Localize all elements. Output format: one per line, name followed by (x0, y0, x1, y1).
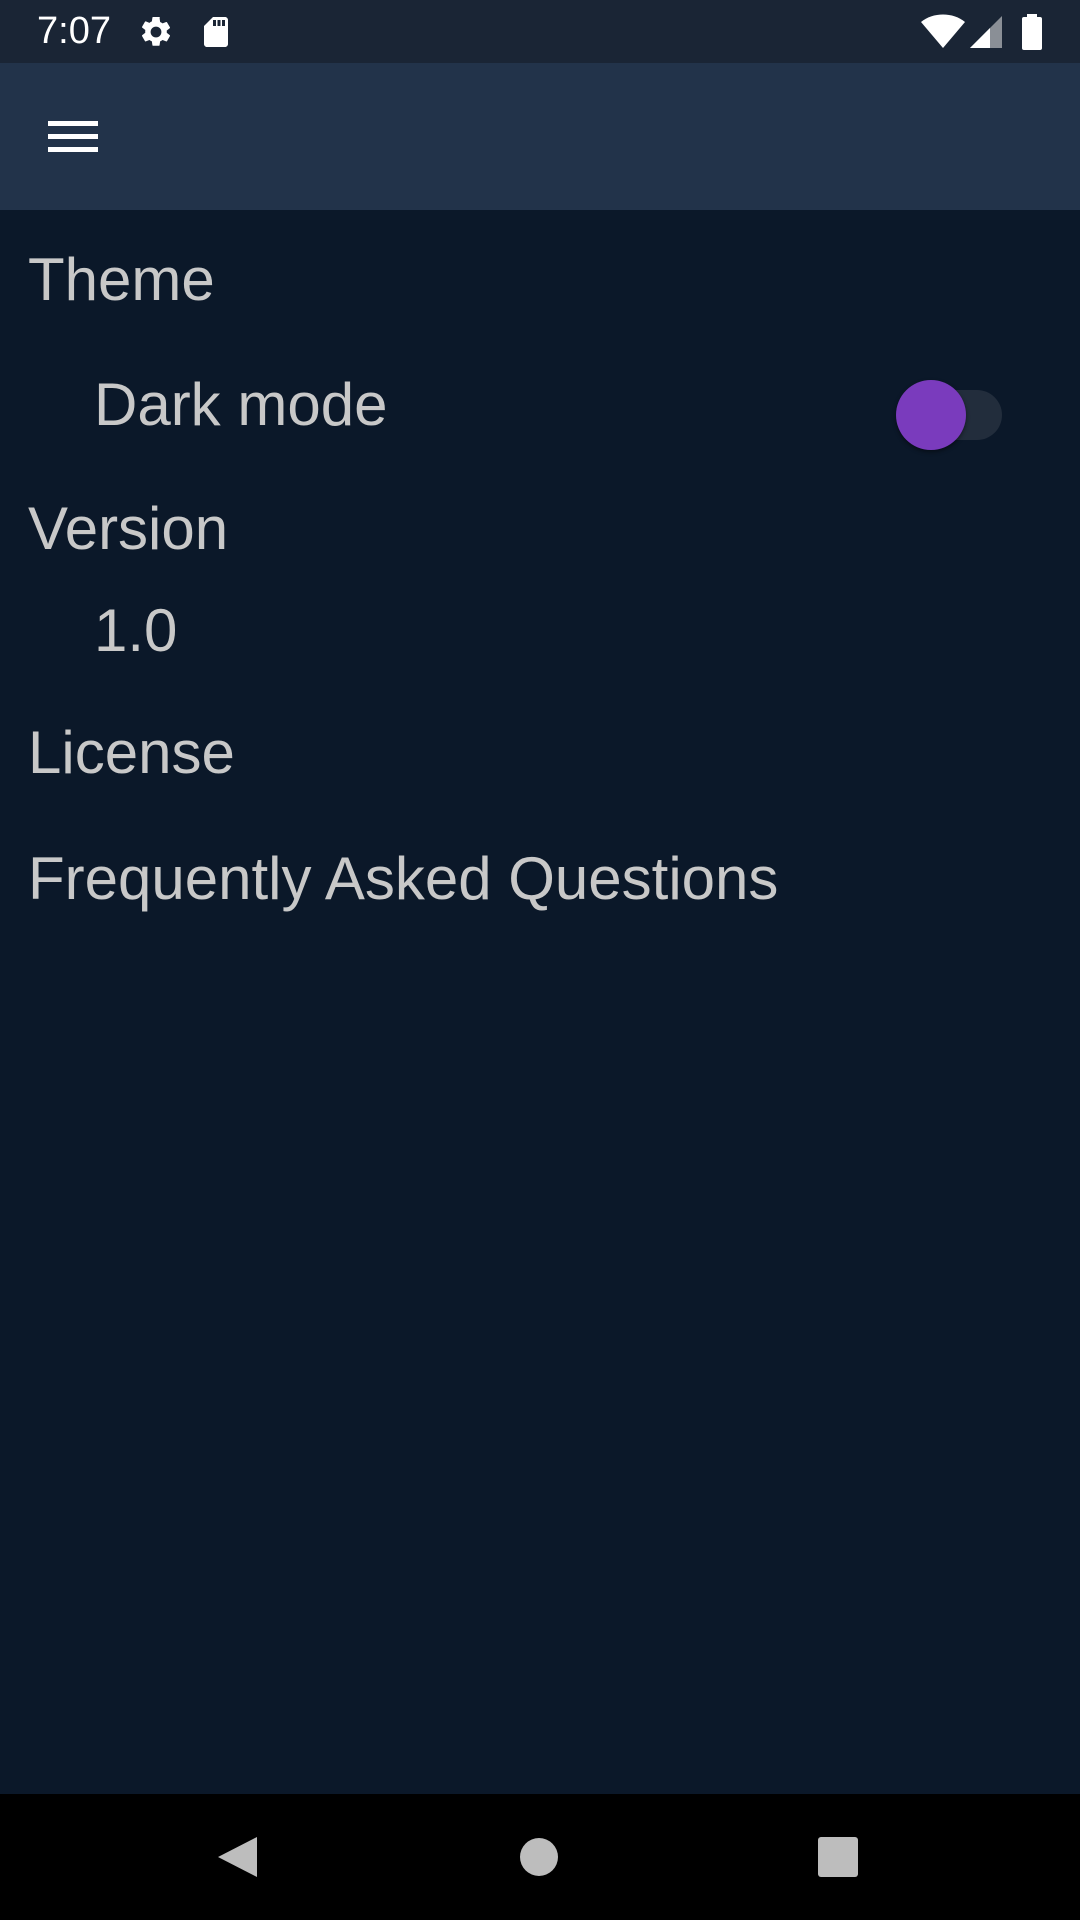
license-item[interactable]: License (28, 718, 235, 788)
status-time: 7:07 (37, 10, 111, 52)
toggle-thumb (896, 380, 966, 450)
menu-line (48, 121, 98, 126)
dark-mode-toggle[interactable] (896, 368, 1008, 450)
faq-item[interactable]: Frequently Asked Questions (28, 844, 778, 914)
theme-header: Theme (28, 246, 215, 313)
version-header: Version (28, 495, 229, 562)
version-value: 1.0 (94, 597, 178, 664)
cell-signal-icon (968, 14, 1004, 50)
app-bar (0, 63, 1080, 210)
settings-screen: 7:07 Theme Dark mode Version 1.0 License… (0, 0, 1080, 1920)
settings-list: Theme Dark mode Version 1.0 License Freq… (0, 210, 1080, 1794)
status-bar: 7:07 (0, 0, 1080, 63)
wifi-icon (920, 14, 966, 50)
home-icon[interactable] (494, 1812, 584, 1902)
gear-icon (138, 14, 174, 50)
navigation-bar (0, 1794, 1080, 1920)
battery-icon (1020, 14, 1044, 50)
hamburger-menu-icon[interactable] (30, 93, 116, 179)
menu-line (48, 147, 98, 152)
back-icon[interactable] (194, 1812, 284, 1902)
dark-mode-label: Dark mode (94, 371, 388, 438)
recents-icon[interactable] (793, 1812, 883, 1902)
menu-line (48, 134, 98, 139)
sd-card-icon (198, 14, 234, 50)
